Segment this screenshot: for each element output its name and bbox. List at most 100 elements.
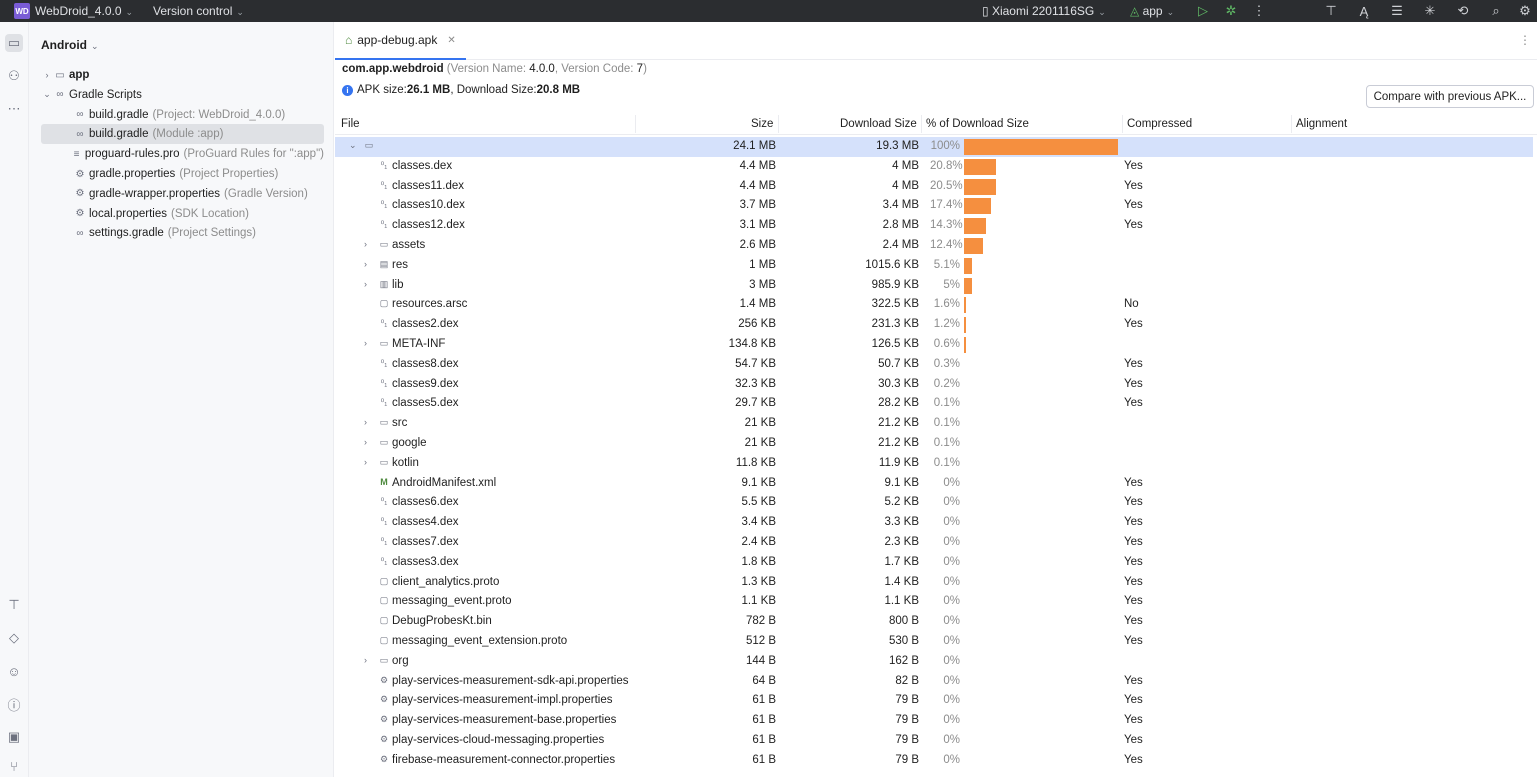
version-control-menu[interactable]: Version control ⌄: [153, 4, 244, 18]
column-header-download-size[interactable]: Download Size: [840, 118, 917, 130]
git-icon[interactable]: ⑂: [5, 757, 23, 775]
table-row[interactable]: ⁰₁ classes8.dex 54.7 KB 50.7 KB 0.3% Yes: [335, 355, 1533, 375]
column-header-file[interactable]: File: [341, 118, 360, 130]
table-row[interactable]: › ▭ assets 2.6 MB 2.4 MB 12.4%: [335, 236, 1533, 256]
tab-app-debug-apk[interactable]: ⌂ app-debug.apk ✕: [335, 22, 466, 60]
tree-item[interactable]: ⚙ gradle-wrapper.properties (Gradle Versio…: [41, 184, 324, 204]
table-row[interactable]: ⚙ play-services-measurement-base.properti…: [335, 711, 1533, 731]
download-percent: 12.4%: [930, 239, 963, 251]
editor-tab-bar: ⌂ app-debug.apk ✕ ⋮: [335, 22, 1537, 60]
table-row[interactable]: ▢ DebugProbesKt.bin 782 B 800 B 0% Yes: [335, 612, 1533, 632]
tree-item[interactable]: ≡ proguard-rules.pro (ProGuard Rules for "…: [41, 144, 324, 164]
device-selector[interactable]: ▯ Xiaomi 2201116SG ⌄: [982, 4, 1106, 18]
tree-item[interactable]: ∞ build.gradle (Module :app): [41, 124, 324, 145]
sync-gradle-icon[interactable]: ☰: [1388, 2, 1406, 20]
table-row[interactable]: ⁰₁ classes3.dex 1.8 KB 1.7 KB 0% Yes: [335, 553, 1533, 573]
table-row[interactable]: › ▭ google 21 KB 21.2 KB 0.1%: [335, 434, 1533, 454]
run-config-selector[interactable]: ◬ app ⌄: [1130, 4, 1174, 18]
tree-item[interactable]: › ▭ app: [41, 65, 324, 85]
more-tools-icon[interactable]: ⋯: [5, 100, 23, 118]
problems-icon[interactable]: ⓘ: [5, 695, 23, 713]
structure-tool-icon[interactable]: ⚇: [5, 67, 23, 85]
table-row[interactable]: ⁰₁ classes2.dex 256 KB 231.3 KB 1.2% Yes: [335, 315, 1533, 335]
column-header-alignment[interactable]: Alignment: [1296, 118, 1347, 130]
table-row[interactable]: ▢ messaging_event.proto 1.1 KB 1.1 KB 0% Yes: [335, 592, 1533, 612]
table-row[interactable]: ⚙ play-services-cloud-messaging.propertie…: [335, 731, 1533, 751]
close-icon[interactable]: ✕: [447, 35, 455, 46]
project-view-selector[interactable]: Android ⌄: [41, 38, 99, 52]
table-row[interactable]: ⁰₁ classes5.dex 29.7 KB 28.2 KB 0.1% Yes: [335, 394, 1533, 414]
tree-item[interactable]: ∞ settings.gradle (Project Settings): [41, 223, 324, 243]
table-row[interactable]: › ▥ lib 3 MB 985.9 KB 5%: [335, 276, 1533, 296]
tree-item[interactable]: ⌄ ∞ Gradle Scripts: [41, 85, 324, 105]
table-row[interactable]: ⚙ play-services-measurement-sdk-api.prope…: [335, 672, 1533, 692]
chevron-down-icon[interactable]: ⌄: [41, 89, 53, 100]
gem-icon[interactable]: ◇: [5, 629, 23, 647]
chevron-right-icon[interactable]: ›: [364, 239, 367, 249]
chevron-right-icon[interactable]: ›: [364, 655, 367, 665]
table-row[interactable]: ⚙ firebase-measurement-connector.properti…: [335, 751, 1533, 771]
compare-apk-button[interactable]: Compare with previous APK...: [1366, 85, 1534, 108]
file-size: 29.7 KB: [735, 397, 776, 410]
table-row[interactable]: ⁰₁ classes6.dex 5.5 KB 5.2 KB 0% Yes: [335, 493, 1533, 513]
table-row[interactable]: ▢ resources.arsc 1.4 MB 322.5 KB 1.6% No: [335, 295, 1533, 315]
column-header-compressed[interactable]: Compressed: [1127, 118, 1192, 130]
column-header-size[interactable]: Size: [751, 118, 773, 130]
table-row[interactable]: ⁰₁ classes9.dex 32.3 KB 30.3 KB 0.2% Yes: [335, 375, 1533, 395]
tree-item[interactable]: ⚙ local.properties (SDK Location): [41, 204, 324, 224]
debug-icon[interactable]: ✲: [1222, 2, 1240, 20]
settings-gear-icon[interactable]: ⚙: [1516, 2, 1534, 20]
table-row[interactable]: ⁰₁ classes12.dex 3.1 MB 2.8 MB 14.3% Yes: [335, 216, 1533, 236]
table-row[interactable]: ⁰₁ classes11.dex 4.4 MB 4 MB 20.5% Yes: [335, 177, 1533, 197]
chevron-right-icon[interactable]: ›: [364, 457, 367, 467]
file-size: 1.1 KB: [741, 595, 776, 608]
chevron-right-icon[interactable]: ›: [364, 279, 367, 289]
table-row[interactable]: › ▤ res 1 MB 1015.6 KB 5.1%: [335, 256, 1533, 276]
chevron-down-icon[interactable]: ⌄: [349, 140, 357, 151]
chevron-right-icon[interactable]: ›: [41, 70, 53, 80]
search-icon[interactable]: ⌕: [1487, 2, 1505, 20]
table-row[interactable]: › ▭ kotlin 11.8 KB 11.9 KB 0.1%: [335, 454, 1533, 474]
compressed-value: No: [1124, 298, 1139, 311]
table-row[interactable]: › ▭ META-INF 134.8 KB 126.5 KB 0.6%: [335, 335, 1533, 355]
table-row[interactable]: M AndroidManifest.xml 9.1 KB 9.1 KB 0% Yes: [335, 474, 1533, 494]
translate-icon[interactable]: Ą: [1355, 2, 1373, 20]
project-selector[interactable]: WebDroid_4.0.0 ⌄: [35, 4, 133, 18]
chevron-right-icon[interactable]: ›: [364, 437, 367, 447]
column-divider[interactable]: [1291, 115, 1292, 133]
chevron-right-icon[interactable]: ›: [364, 338, 367, 348]
bug-icon[interactable]: ✳: [1421, 2, 1439, 20]
column-divider[interactable]: [778, 115, 779, 133]
terminal-icon[interactable]: ▣: [5, 728, 23, 746]
table-row[interactable]: ⁰₁ classes10.dex 3.7 MB 3.4 MB 17.4% Yes: [335, 196, 1533, 216]
table-row[interactable]: ⚙ play-services-measurement-impl.properti…: [335, 691, 1533, 711]
tree-item[interactable]: ⚙ gradle.properties (Project Properties): [41, 164, 324, 184]
tree-item[interactable]: ∞ build.gradle (Project: WebDroid_4.0.0): [41, 105, 324, 125]
build-tool-icon[interactable]: ⊤: [5, 596, 23, 614]
table-row[interactable]: ⁰₁ classes7.dex 2.4 KB 2.3 KB 0% Yes: [335, 533, 1533, 553]
table-row[interactable]: ▢ client_analytics.proto 1.3 KB 1.4 KB 0% Yes: [335, 573, 1533, 593]
package-info: com.app.webdroid (Version Name: 4.0.0, V…: [342, 63, 647, 75]
file-name: classes12.dex: [392, 219, 465, 232]
column-divider[interactable]: [1122, 115, 1123, 133]
column-divider[interactable]: [635, 115, 636, 133]
table-row[interactable]: ▢ messaging_event_extension.proto 512 B 530…: [335, 632, 1533, 652]
run-icon[interactable]: ▷: [1194, 2, 1212, 20]
compressed-value: Yes: [1124, 734, 1143, 746]
more-tabs-icon[interactable]: ⋮: [1519, 33, 1531, 47]
table-row[interactable]: ⁰₁ classes4.dex 3.4 KB 3.3 KB 0% Yes: [335, 513, 1533, 533]
build-analyzer-icon[interactable]: ⊤: [1322, 2, 1340, 20]
more-options-icon[interactable]: ⋮: [1250, 2, 1268, 20]
chevron-right-icon[interactable]: ›: [364, 259, 367, 269]
column-divider[interactable]: [921, 115, 922, 133]
project-tool-icon[interactable]: ▭: [5, 34, 23, 52]
device-manager-icon[interactable]: ⟲: [1454, 2, 1472, 20]
table-row[interactable]: › ▭ org 144 B 162 B 0%: [335, 652, 1533, 672]
table-row[interactable]: › ▭ src 21 KB 21.2 KB 0.1%: [335, 414, 1533, 434]
file-name: classes11.dex: [392, 179, 465, 192]
chevron-right-icon[interactable]: ›: [364, 417, 367, 427]
table-row[interactable]: ⌄ ▭ 24.1 MB 19.3 MB 100%: [335, 137, 1533, 157]
column-header-pct[interactable]: % of Download Size: [926, 118, 1029, 130]
table-row[interactable]: ⁰₁ classes.dex 4.4 MB 4 MB 20.8% Yes: [335, 157, 1533, 177]
logcat-icon[interactable]: ☺: [5, 662, 23, 680]
